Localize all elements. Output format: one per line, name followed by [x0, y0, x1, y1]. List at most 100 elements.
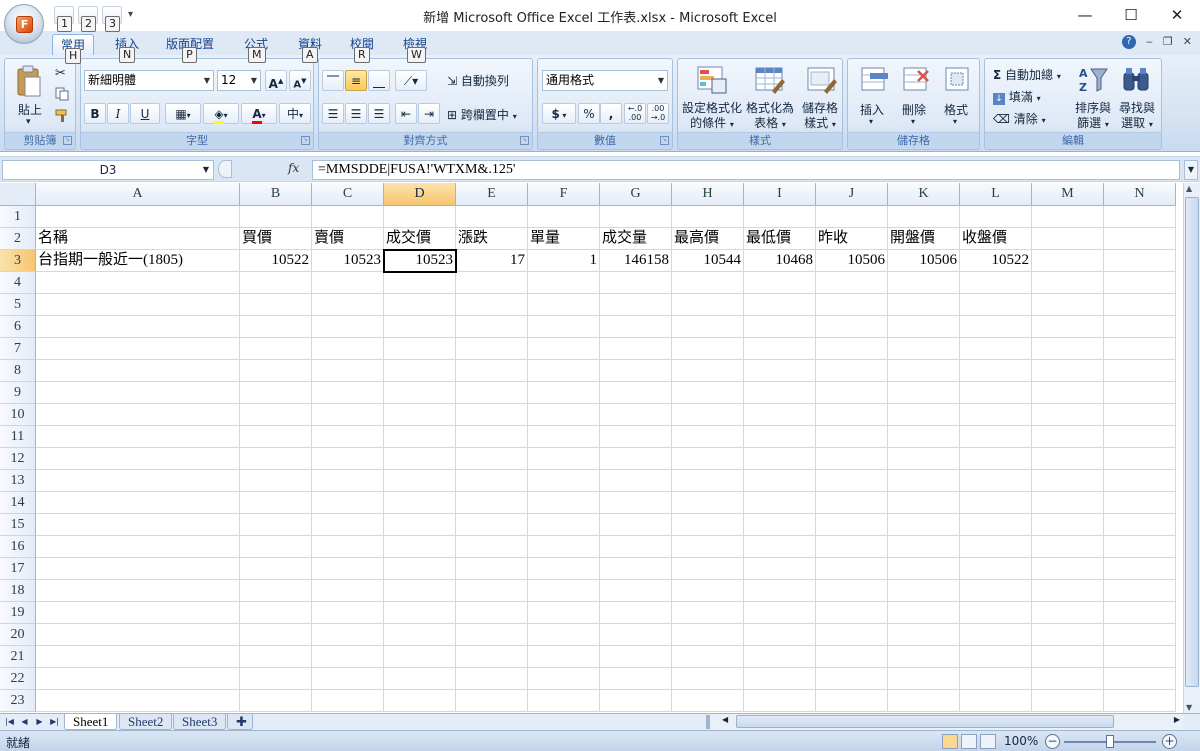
cell-l1[interactable] — [960, 206, 1032, 228]
cell-e19[interactable] — [456, 602, 528, 624]
cell-m4[interactable] — [1032, 272, 1104, 294]
cell-c15[interactable] — [312, 514, 384, 536]
increase-decimal-button[interactable]: ←.0.00 — [624, 103, 646, 124]
cell-i11[interactable] — [744, 426, 816, 448]
cell-a5[interactable] — [36, 294, 240, 316]
cell-g4[interactable] — [600, 272, 672, 294]
cell-g19[interactable] — [600, 602, 672, 624]
cell-c9[interactable] — [312, 382, 384, 404]
close-button[interactable]: ✕ — [1154, 2, 1200, 28]
cell-e1[interactable] — [456, 206, 528, 228]
fill-color-button[interactable]: ◈▾ — [203, 103, 239, 124]
font-color-button[interactable]: A▾ — [241, 103, 277, 124]
grow-font-button[interactable]: A▲ — [265, 70, 287, 91]
normal-view-icon[interactable] — [942, 734, 958, 749]
autosum-button[interactable]: Σ 自動加總 ▾ — [993, 66, 1061, 83]
comma-button[interactable]: , — [600, 103, 622, 124]
cell-b3[interactable]: 10522 — [240, 250, 312, 272]
row-header-15[interactable]: 15 — [0, 514, 36, 536]
cell-h6[interactable] — [672, 316, 744, 338]
column-header-g[interactable]: G — [600, 183, 672, 206]
select-all-button[interactable] — [0, 183, 36, 206]
cell-d9[interactable] — [384, 382, 456, 404]
cell-h4[interactable] — [672, 272, 744, 294]
formula-input[interactable]: =MMSDDE|FUSA!'WTXM&.125' — [312, 160, 1180, 180]
cell-h19[interactable] — [672, 602, 744, 624]
cell-g17[interactable] — [600, 558, 672, 580]
cell-i22[interactable] — [744, 668, 816, 690]
cell-m19[interactable] — [1032, 602, 1104, 624]
cell-l8[interactable] — [960, 360, 1032, 382]
cell-h20[interactable] — [672, 624, 744, 646]
delete-cells-icon[interactable] — [900, 65, 932, 95]
cell-n14[interactable] — [1104, 492, 1176, 514]
cell-l2[interactable]: 收盤價 — [960, 228, 1032, 250]
cell-i2[interactable]: 最低價 — [744, 228, 816, 250]
cell-g14[interactable] — [600, 492, 672, 514]
font-name-combo[interactable]: 新細明體 ▼ — [84, 70, 214, 91]
column-header-d[interactable]: D — [384, 183, 456, 206]
dialog-launcher-icon[interactable]: ↘ — [660, 136, 669, 145]
cell-k19[interactable] — [888, 602, 960, 624]
formula-bar-handle-icon[interactable] — [218, 160, 232, 178]
cell-i6[interactable] — [744, 316, 816, 338]
row-header-10[interactable]: 10 — [0, 404, 36, 426]
cell-n11[interactable] — [1104, 426, 1176, 448]
cell-n18[interactable] — [1104, 580, 1176, 602]
cell-n12[interactable] — [1104, 448, 1176, 470]
prev-sheet-icon[interactable]: ◀ — [18, 715, 31, 729]
help-icon[interactable]: ? — [1121, 35, 1136, 49]
cell-m23[interactable] — [1032, 690, 1104, 712]
binoculars-icon[interactable] — [1121, 65, 1153, 95]
cell-n13[interactable] — [1104, 470, 1176, 492]
cell-j9[interactable] — [816, 382, 888, 404]
page-layout-view-icon[interactable] — [961, 734, 977, 749]
cell-c12[interactable] — [312, 448, 384, 470]
cell-d3[interactable]: 10523 — [383, 249, 457, 273]
row-header-9[interactable]: 9 — [0, 382, 36, 404]
align-right-icon[interactable]: ☰ — [368, 103, 390, 124]
row-header-8[interactable]: 8 — [0, 360, 36, 382]
column-header-n[interactable]: N — [1104, 183, 1176, 206]
cell-f2[interactable]: 單量 — [528, 228, 600, 250]
cell-e11[interactable] — [456, 426, 528, 448]
cell-i9[interactable] — [744, 382, 816, 404]
zoom-in-button[interactable]: + — [1162, 734, 1177, 749]
cell-m2[interactable] — [1032, 228, 1104, 250]
cell-g15[interactable] — [600, 514, 672, 536]
dialog-launcher-icon[interactable]: ↘ — [63, 136, 72, 145]
cell-c7[interactable] — [312, 338, 384, 360]
cell-e15[interactable] — [456, 514, 528, 536]
cell-n15[interactable] — [1104, 514, 1176, 536]
cell-h22[interactable] — [672, 668, 744, 690]
cell-j16[interactable] — [816, 536, 888, 558]
format-painter-icon[interactable] — [55, 109, 69, 126]
chevron-down-icon[interactable]: ▼ — [251, 71, 257, 90]
cell-m14[interactable] — [1032, 492, 1104, 514]
maximize-button[interactable]: ☐ — [1108, 2, 1154, 28]
cell-d8[interactable] — [384, 360, 456, 382]
cell-g3[interactable]: 146158 — [600, 250, 672, 272]
column-header-l[interactable]: L — [960, 183, 1032, 206]
cell-e16[interactable] — [456, 536, 528, 558]
cut-icon[interactable]: ✂ — [55, 66, 66, 81]
cell-m16[interactable] — [1032, 536, 1104, 558]
cell-j18[interactable] — [816, 580, 888, 602]
cell-d21[interactable] — [384, 646, 456, 668]
cell-k4[interactable] — [888, 272, 960, 294]
column-header-i[interactable]: I — [744, 183, 816, 206]
column-header-e[interactable]: E — [456, 183, 528, 206]
find-select-button[interactable]: 尋找與 選取 ▾ — [1115, 101, 1159, 132]
cell-a23[interactable] — [36, 690, 240, 712]
cell-n22[interactable] — [1104, 668, 1176, 690]
page-break-preview-icon[interactable] — [980, 734, 996, 749]
cell-k9[interactable] — [888, 382, 960, 404]
cell-d4[interactable] — [384, 272, 456, 294]
cell-g7[interactable] — [600, 338, 672, 360]
cell-n10[interactable] — [1104, 404, 1176, 426]
cell-g18[interactable] — [600, 580, 672, 602]
number-format-combo[interactable]: 通用格式 ▼ — [542, 70, 668, 91]
align-left-icon[interactable]: ☰ — [322, 103, 344, 124]
cell-n23[interactable] — [1104, 690, 1176, 712]
cell-g21[interactable] — [600, 646, 672, 668]
